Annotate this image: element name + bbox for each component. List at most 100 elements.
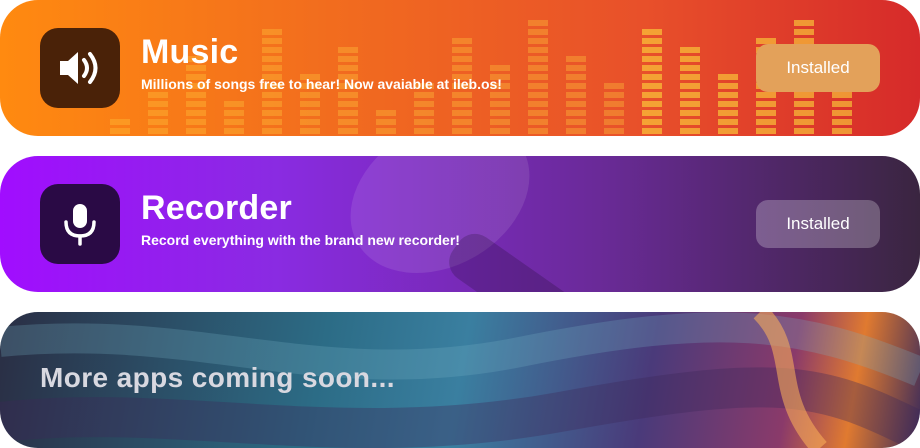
- equalizer-segment: [642, 74, 662, 80]
- equalizer-segment: [566, 92, 586, 98]
- equalizer-segment: [224, 119, 244, 125]
- equalizer-segment: [756, 92, 776, 98]
- equalizer-segment: [604, 101, 624, 107]
- equalizer-segment: [642, 56, 662, 62]
- equalizer-segment: [338, 119, 358, 125]
- equalizer-segment: [680, 83, 700, 89]
- equalizer-segment: [528, 83, 548, 89]
- equalizer-segment: [832, 119, 852, 125]
- equalizer-segment: [680, 56, 700, 62]
- equalizer-segment: [148, 92, 168, 98]
- equalizer-segment: [338, 110, 358, 116]
- equalizer-segment: [642, 29, 662, 35]
- equalizer-segment: [186, 110, 206, 116]
- equalizer-segment: [528, 56, 548, 62]
- equalizer-segment: [186, 92, 206, 98]
- equalizer-segment: [566, 74, 586, 80]
- equalizer-segment: [718, 92, 738, 98]
- equalizer-segment: [642, 92, 662, 98]
- equalizer-segment: [452, 92, 472, 98]
- equalizer-segment: [300, 119, 320, 125]
- equalizer-segment: [490, 101, 510, 107]
- equalizer-segment: [718, 74, 738, 80]
- equalizer-segment: [338, 65, 358, 71]
- equalizer-segment: [224, 101, 244, 107]
- equalizer-segment: [528, 119, 548, 125]
- equalizer-segment: [224, 110, 244, 116]
- equalizer-segment: [642, 65, 662, 71]
- equalizer-segment: [718, 101, 738, 107]
- equalizer-segment: [832, 92, 852, 98]
- recorder-title: Recorder: [141, 189, 292, 227]
- equalizer-segment: [300, 110, 320, 116]
- equalizer-segment: [528, 29, 548, 35]
- equalizer-segment: [186, 101, 206, 107]
- equalizer-segment: [490, 119, 510, 125]
- equalizer-segment: [490, 92, 510, 98]
- music-app-icon: [40, 28, 120, 108]
- equalizer-segment: [566, 56, 586, 62]
- equalizer-segment: [148, 101, 168, 107]
- equalizer-segment: [452, 101, 472, 107]
- equalizer-segment: [680, 47, 700, 53]
- equalizer-segment: [566, 110, 586, 116]
- equalizer-segment: [794, 29, 814, 35]
- equalizer-segment: [794, 110, 814, 116]
- equalizer-segment: [300, 92, 320, 98]
- equalizer-segment: [566, 101, 586, 107]
- equalizer-segment: [262, 65, 282, 71]
- equalizer-segment: [452, 56, 472, 62]
- recorder-app-icon: [40, 184, 120, 264]
- equalizer-segment: [756, 119, 776, 125]
- equalizer-segment: [718, 110, 738, 116]
- recorder-installed-button[interactable]: Installed: [756, 200, 880, 248]
- equalizer-segment: [604, 110, 624, 116]
- equalizer-segment: [376, 119, 396, 125]
- equalizer-segment: [680, 74, 700, 80]
- equalizer-segment: [680, 65, 700, 71]
- equalizer-segment: [186, 128, 206, 134]
- equalizer-segment: [680, 92, 700, 98]
- equalizer-segment: [338, 56, 358, 62]
- equalizer-segment: [452, 47, 472, 53]
- music-description: Millions of songs free to hear! Now avai…: [141, 76, 502, 92]
- equalizer-segment: [186, 119, 206, 125]
- equalizer-segment: [528, 38, 548, 44]
- equalizer-segment: [338, 47, 358, 53]
- equalizer-segment: [262, 47, 282, 53]
- more-apps-text: More apps coming soon...: [40, 362, 395, 393]
- equalizer-segment: [338, 92, 358, 98]
- equalizer-segment: [452, 110, 472, 116]
- equalizer-segment: [528, 101, 548, 107]
- equalizer-segment: [642, 83, 662, 89]
- equalizer-segment: [718, 83, 738, 89]
- equalizer-segment: [566, 128, 586, 134]
- equalizer-segment: [832, 110, 852, 116]
- equalizer-segment: [452, 119, 472, 125]
- equalizer-segment: [414, 101, 434, 107]
- equalizer-segment: [794, 119, 814, 125]
- equalizer-segment: [414, 92, 434, 98]
- equalizer-segment: [490, 65, 510, 71]
- equalizer-segment: [794, 92, 814, 98]
- equalizer-segment: [642, 38, 662, 44]
- equalizer-segment: [300, 101, 320, 107]
- music-installed-button[interactable]: Installed: [756, 44, 880, 92]
- equalizer-segment: [528, 74, 548, 80]
- equalizer-segment: [718, 119, 738, 125]
- equalizer-segment: [262, 101, 282, 107]
- equalizer-segment: [528, 92, 548, 98]
- equalizer-segment: [528, 110, 548, 116]
- equalizer-segment: [376, 110, 396, 116]
- equalizer-segment: [490, 110, 510, 116]
- equalizer-segment: [680, 110, 700, 116]
- equalizer-segment: [376, 128, 396, 134]
- equalizer-segment: [642, 128, 662, 134]
- equalizer-segment: [338, 101, 358, 107]
- equalizer-segment: [528, 128, 548, 134]
- equalizer-segment: [452, 65, 472, 71]
- equalizer-segment: [148, 119, 168, 125]
- equalizer-segment: [794, 101, 814, 107]
- equalizer-segment: [794, 20, 814, 26]
- speaker-icon: [60, 52, 98, 84]
